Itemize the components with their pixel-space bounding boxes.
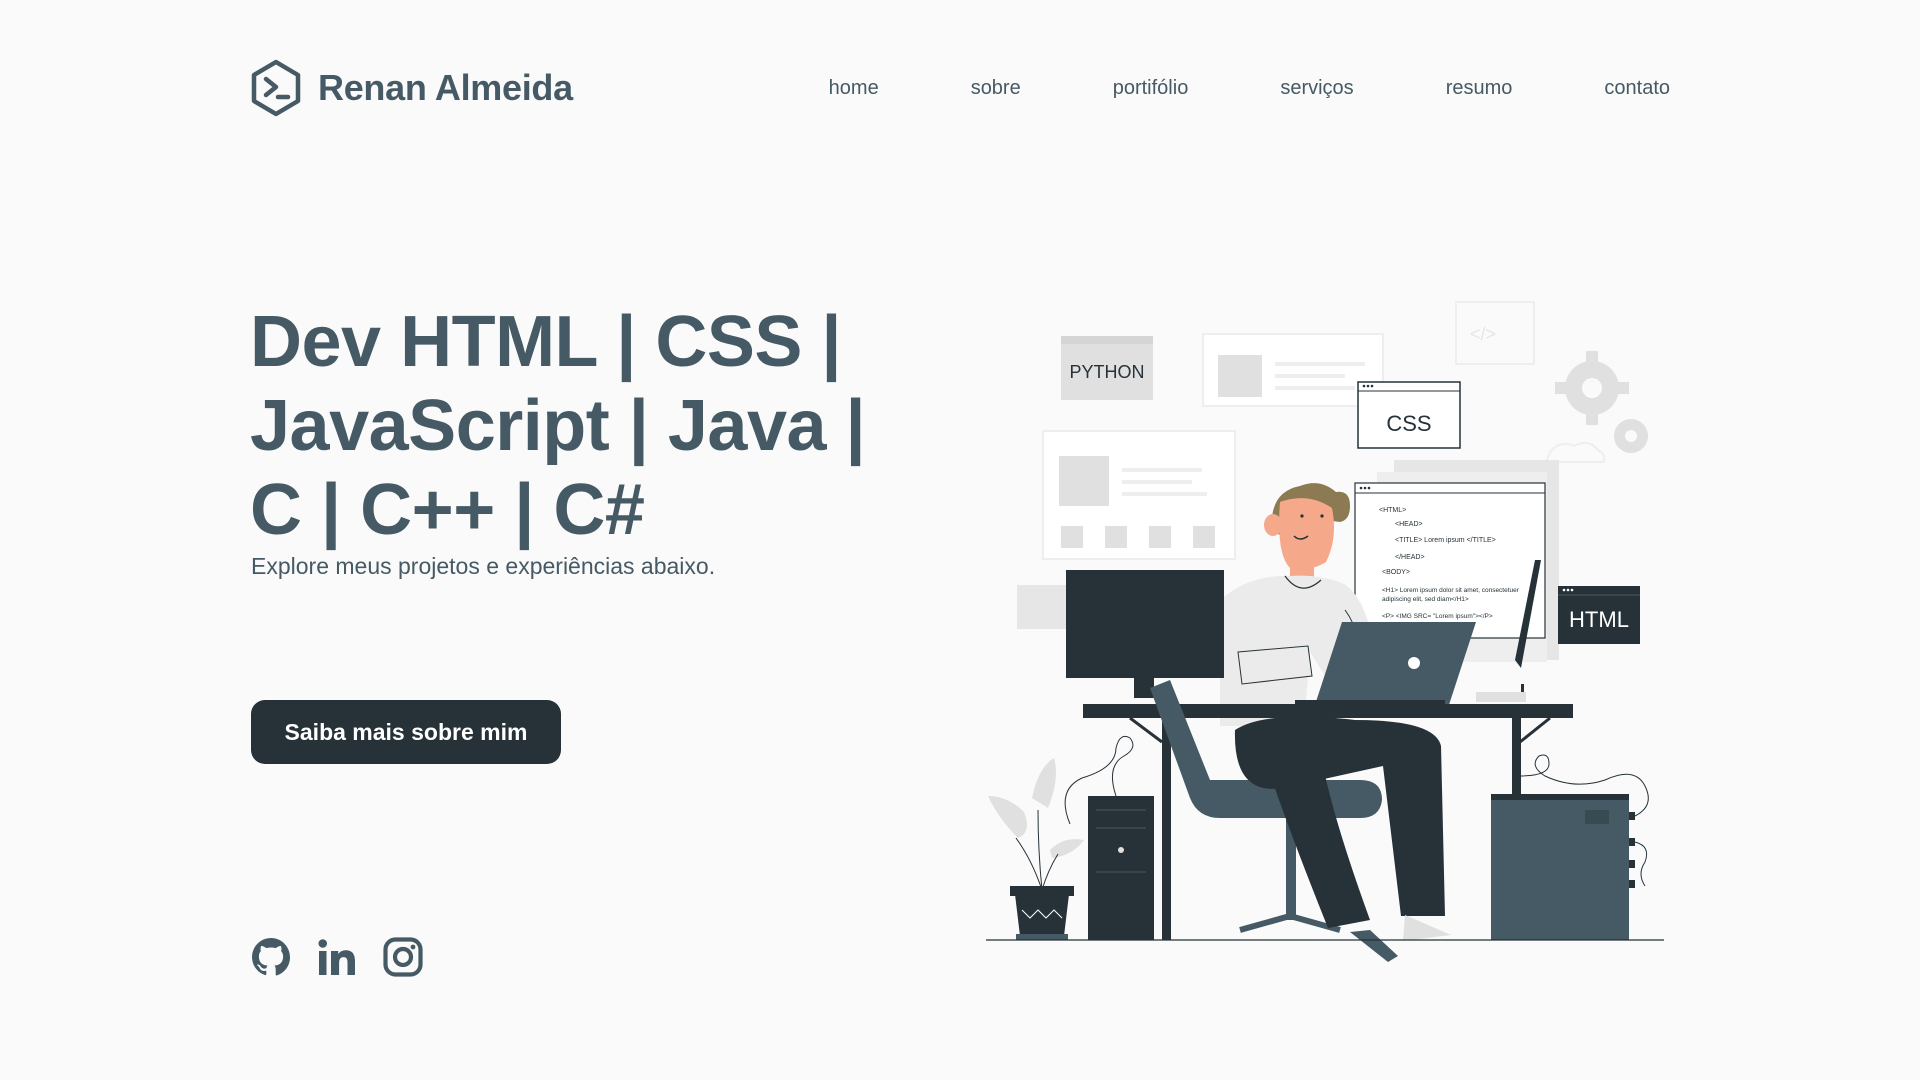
hero-title-line: Dev HTML | CSS |	[250, 302, 842, 382]
css-label: CSS	[1386, 411, 1431, 436]
gears-icon	[1544, 351, 1648, 463]
svg-text:</>: </>	[1470, 324, 1496, 344]
nav-link-contato[interactable]: contato	[1604, 77, 1670, 100]
site-header: Renan Almeida home sobre portifólio serv…	[250, 58, 1670, 118]
code-line: <H1> Lorem ipsum dolor sit amet, consect…	[1382, 587, 1520, 594]
nav-link-servicos[interactable]: serviços	[1280, 77, 1353, 100]
about-me-button[interactable]: Saiba mais sobre mim	[251, 700, 561, 764]
nav-link-sobre[interactable]: sobre	[971, 77, 1021, 100]
plant	[988, 758, 1084, 940]
code-line: <HTML>	[1379, 507, 1406, 514]
code-window-faint: </>	[1455, 301, 1535, 365]
linkedin-link[interactable]	[316, 936, 358, 978]
page: Renan Almeida home sobre portifólio serv…	[0, 0, 1920, 1080]
linkedin-icon	[318, 939, 355, 975]
code-window: <HTML> <HEAD> <TITLE> Lorem ipsum </TITL…	[1354, 482, 1546, 639]
code-line: <BODY>	[1382, 569, 1410, 576]
code-line: adipiscing elit, sed diam</H1>	[1382, 596, 1469, 603]
pc-tower-left	[1064, 735, 1154, 940]
python-label: PYTHON	[1069, 362, 1144, 382]
css-card: CSS	[1357, 381, 1461, 449]
instagram-icon	[383, 937, 423, 977]
code-line: <P> <IMG SRC= "Lorem ipsum"></P>	[1382, 613, 1493, 620]
hero-subtitle: Explore meus projetos e experiências aba…	[251, 553, 716, 579]
main-nav: home sobre portifólio serviços resumo co…	[829, 77, 1670, 100]
web-card-faint	[1042, 430, 1236, 560]
brand-link[interactable]: Renan Almeida	[250, 59, 573, 117]
nav-link-portifolio[interactable]: portifólio	[1113, 77, 1189, 100]
code-line: </HEAD>	[1395, 554, 1425, 561]
python-card: PYTHON	[1061, 336, 1153, 400]
developer-at-desk-illustration: </> PYTHON CSS <HTML> <HEAD> <TITLE> Lor…	[986, 301, 1664, 962]
nav-link-resumo[interactable]: resumo	[1446, 77, 1513, 100]
html-label: HTML	[1569, 607, 1629, 632]
code-line: <HEAD>	[1395, 521, 1423, 528]
html-card: HTML	[1558, 586, 1640, 644]
instagram-link[interactable]	[382, 936, 424, 978]
github-link[interactable]	[250, 936, 292, 978]
hero-title-line: JavaScript | Java |	[250, 386, 866, 466]
desk	[1083, 704, 1573, 718]
hero-title: Dev HTML | CSS | JavaScript | Java | C |…	[250, 300, 890, 552]
social-links	[250, 936, 424, 978]
nav-link-home[interactable]: home	[829, 77, 879, 100]
github-icon	[252, 938, 290, 976]
brand-name: Renan Almeida	[318, 67, 573, 108]
monitor-left	[1066, 570, 1224, 698]
content-card-faint	[1202, 333, 1384, 407]
code-line: <TITLE> Lorem ipsum </TITLE>	[1395, 537, 1496, 544]
terminal-hexagon-icon	[251, 59, 301, 117]
developer-illustration: </> PYTHON CSS <HTML> <HEAD> <TITLE> Lor…	[950, 290, 1670, 990]
hero-title-line: C | C++ | C#	[250, 470, 645, 550]
